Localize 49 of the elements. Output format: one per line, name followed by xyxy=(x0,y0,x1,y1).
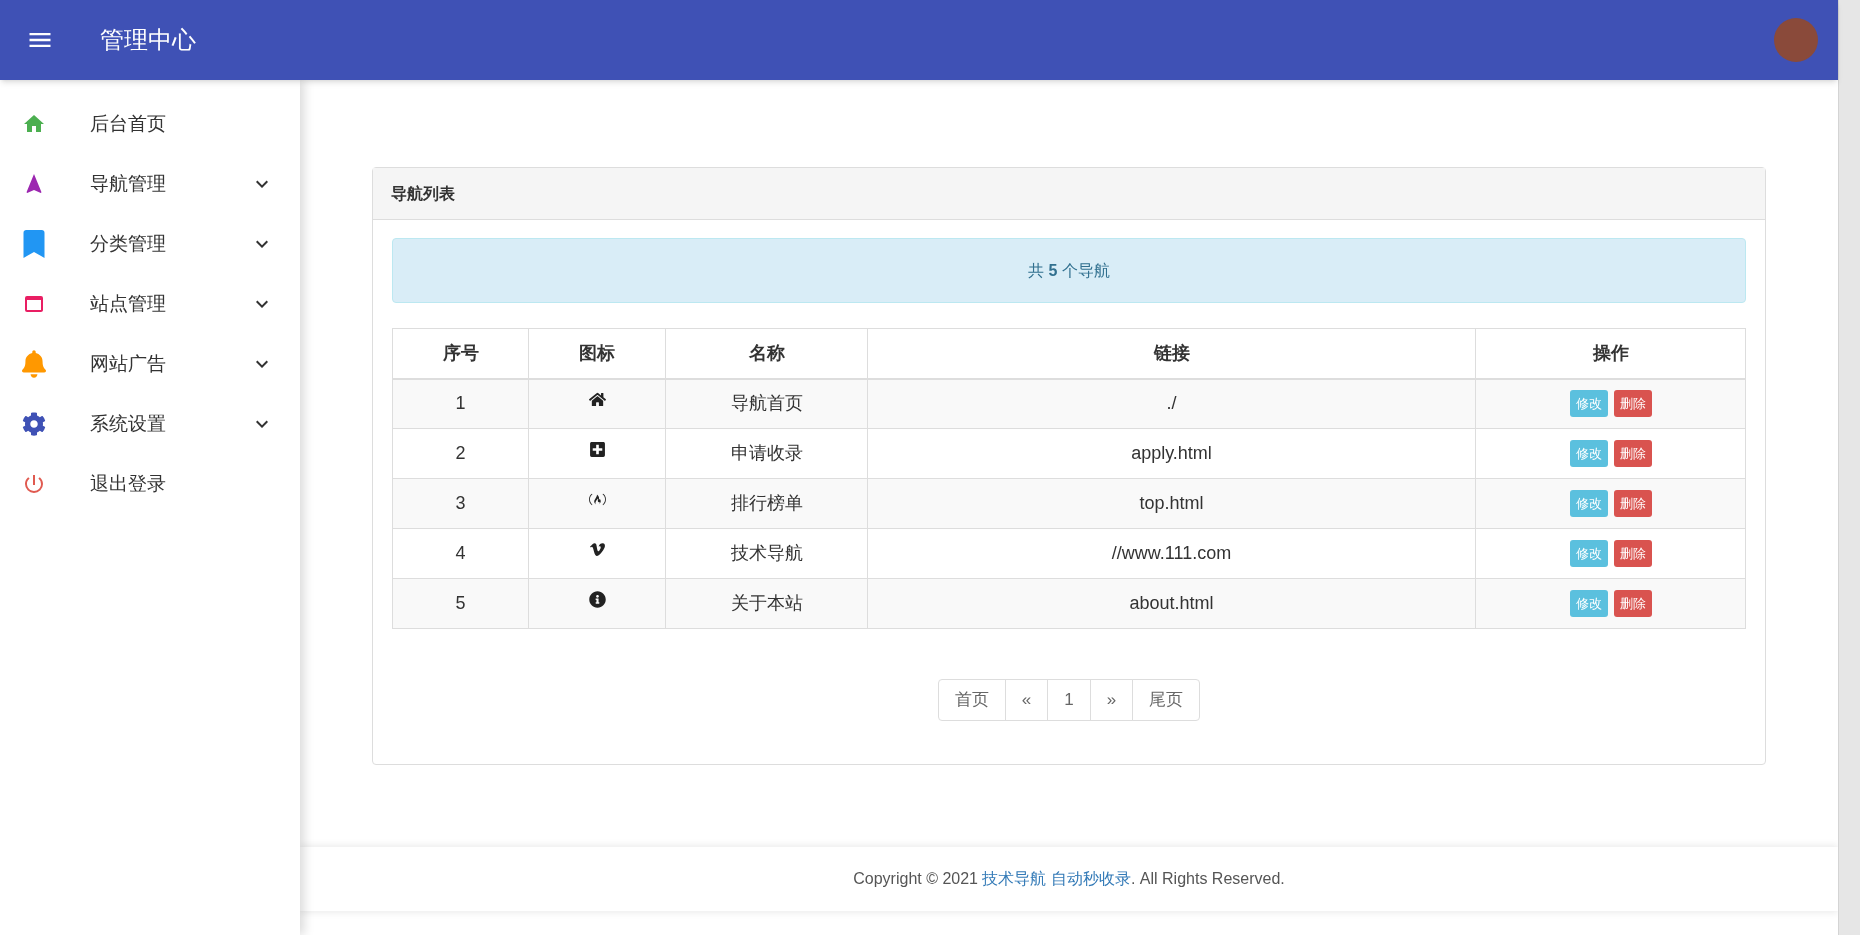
table-cell: top.html xyxy=(867,478,1476,529)
sidebar-item[interactable]: 退出登录 xyxy=(0,454,300,514)
flame-icon xyxy=(588,491,606,508)
info-icon xyxy=(588,591,606,608)
table-cell: 2 xyxy=(392,428,529,479)
panel-title: 导航列表 xyxy=(391,183,455,204)
pagination-link[interactable]: 尾页 xyxy=(1132,679,1201,721)
table-cell: 5 xyxy=(392,578,529,629)
column-header: 名称 xyxy=(665,328,868,379)
table-cell: ./ xyxy=(867,378,1476,429)
column-header: 序号 xyxy=(392,328,529,379)
pagination-link[interactable]: « xyxy=(1004,679,1049,721)
table-cell: //www.111.com xyxy=(867,528,1476,579)
column-header: 操作 xyxy=(1475,328,1746,379)
home-icon xyxy=(588,391,606,409)
table-cell: 4 xyxy=(392,528,529,579)
bookmark-icon xyxy=(22,230,46,258)
sidebar-item[interactable]: 系统设置 xyxy=(0,394,300,454)
table-cell: 1 xyxy=(392,378,529,429)
sidebar-item[interactable]: 站点管理 xyxy=(0,274,300,334)
sidebar-item[interactable]: 网站广告 xyxy=(0,334,300,394)
v-letter-icon xyxy=(588,541,606,558)
sidebar-item[interactable]: 分类管理 xyxy=(0,214,300,274)
sidebar-item[interactable]: 后台首页 xyxy=(0,94,300,154)
pagination-link[interactable]: 首页 xyxy=(937,679,1006,721)
table-cell: 导航首页 xyxy=(665,378,868,429)
pagination-link[interactable]: » xyxy=(1089,679,1134,721)
settings-icon xyxy=(22,410,46,438)
table-cell: 技术导航 xyxy=(665,528,868,579)
delete-button[interactable]: 删除 xyxy=(1613,540,1652,567)
sidebar-item[interactable]: 导航管理 xyxy=(0,154,300,214)
copyright-text: Copyright © 2021 技术导航 自动秒收录. All Rights Reserved. xyxy=(853,869,1285,889)
column-header: 链接 xyxy=(867,328,1476,379)
site-link[interactable]: 技术导航 自动秒收录 xyxy=(982,870,1131,887)
pagination-link[interactable]: 1 xyxy=(1047,679,1091,721)
table-cell: 排行榜单 xyxy=(665,478,868,529)
delete-button[interactable]: 删除 xyxy=(1613,390,1652,418)
table-cell: about.html xyxy=(867,578,1476,629)
delete-button[interactable]: 删除 xyxy=(1613,490,1652,517)
app-title: 管理中心 xyxy=(100,25,196,55)
table-cell: 申请收录 xyxy=(665,428,868,479)
bell-icon xyxy=(22,350,46,378)
column-header: 图标 xyxy=(528,328,666,379)
table-cell: apply.html xyxy=(867,428,1476,479)
delete-button[interactable]: 删除 xyxy=(1613,590,1652,617)
notice-text: 共 5 个导航 xyxy=(1028,260,1110,281)
table-cell: 关于本站 xyxy=(665,578,868,629)
table-cell: 3 xyxy=(392,478,529,529)
delete-button[interactable]: 删除 xyxy=(1613,440,1652,467)
